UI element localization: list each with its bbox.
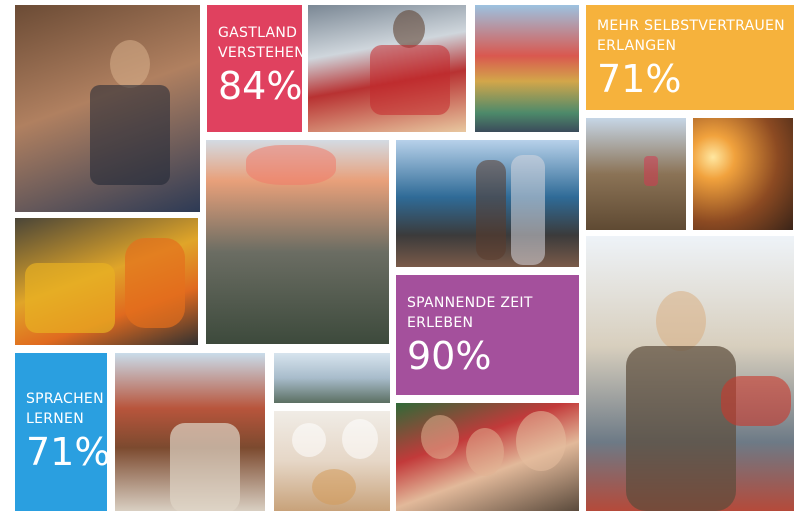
photo-market-food (308, 5, 466, 132)
photo-woman-camera (115, 353, 265, 511)
stat-percent: 71% (597, 57, 682, 101)
photo-colorful-houses (475, 5, 579, 132)
photo-cliff-hiker (586, 118, 686, 230)
photo-taxi-street (15, 218, 198, 345)
stat-label: LERNEN (26, 411, 84, 427)
photo-city-skyline (274, 353, 390, 403)
stat-tile-spannende: SPANNENDE ZEIT ERLEBEN 90% (396, 275, 579, 395)
stat-label: ERLANGEN (597, 38, 677, 54)
photo-cheering-fans (396, 403, 579, 511)
stat-label: ERLEBEN (407, 315, 474, 331)
stat-label: SPANNENDE ZEIT (407, 295, 533, 311)
stat-percent: 71% (26, 430, 107, 474)
stat-label: GASTLAND (218, 25, 298, 41)
photo-sunset-canyon (693, 118, 793, 230)
stat-label: SPRACHEN (26, 391, 104, 407)
stat-tile-gastland: GASTLAND VERSTEHEN 84% (207, 5, 302, 132)
photo-umbrella-stairs (206, 140, 389, 344)
photo-couple-river (396, 140, 579, 267)
photo-tea-set (274, 411, 390, 511)
stat-label: VERSTEHEN (218, 45, 302, 61)
stat-percent: 84% (218, 64, 302, 108)
stat-percent: 90% (407, 334, 492, 378)
stat-tile-sprachen: SPRACHEN LERNEN 71% (15, 353, 107, 511)
photo-man-street-selfie (586, 236, 794, 511)
stat-label: MEHR SELBSTVERTRAUEN (597, 18, 785, 34)
photo-man-coffee-doorway (15, 5, 200, 212)
stat-tile-selbstvertrauen: MEHR SELBSTVERTRAUEN ERLANGEN 71% (586, 5, 794, 110)
